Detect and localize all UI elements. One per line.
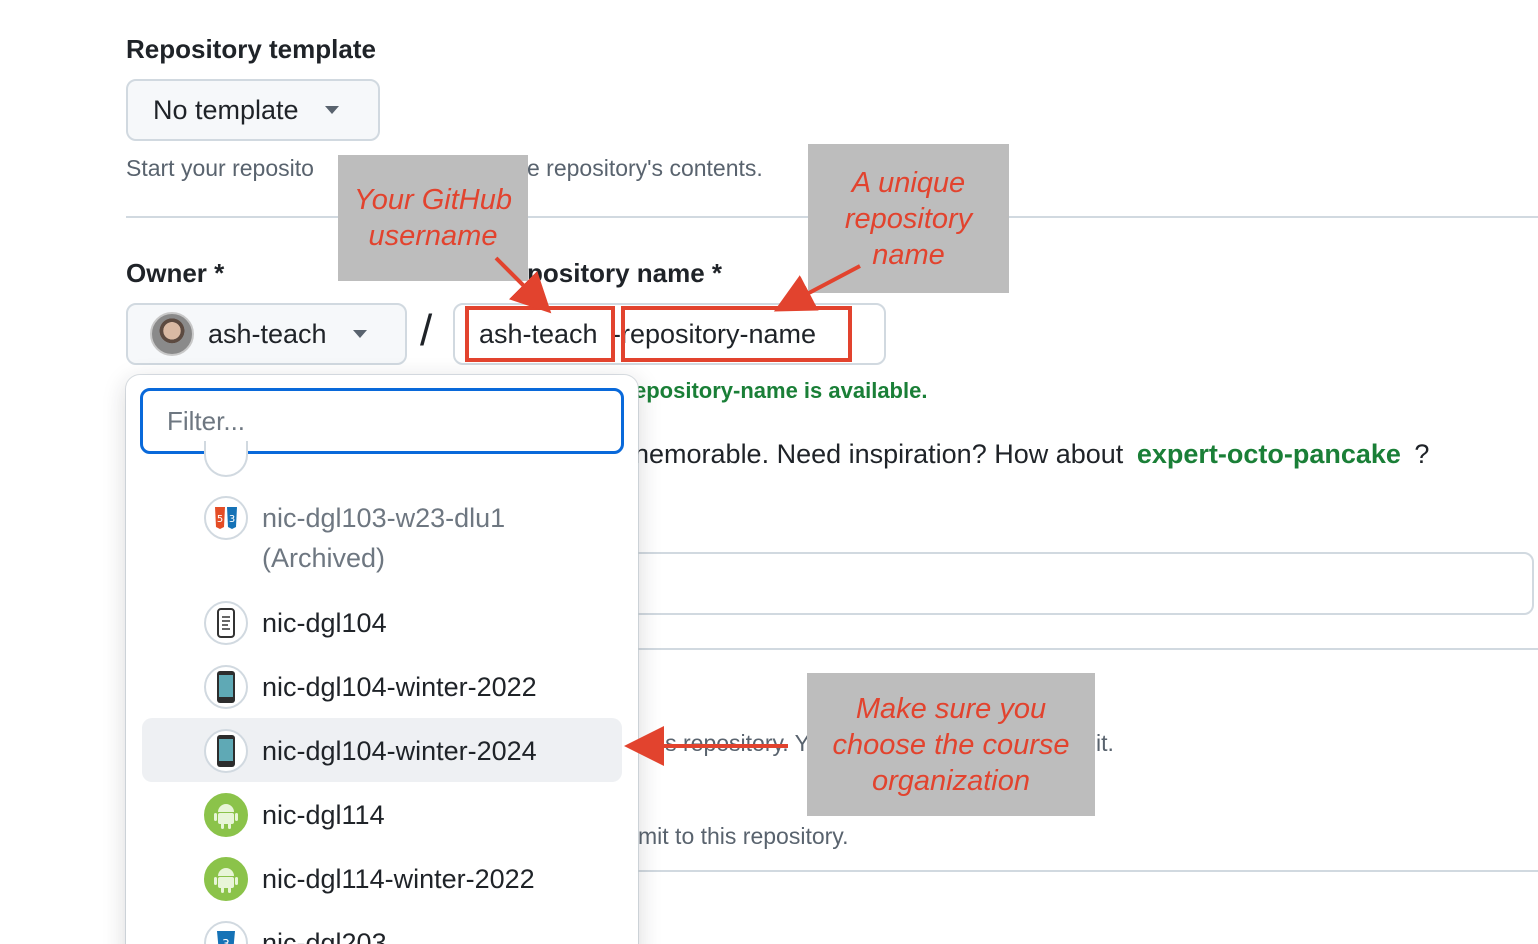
annotation-arrows — [494, 256, 861, 766]
username-arrow — [494, 256, 552, 314]
repo-name-arrow — [773, 264, 861, 312]
